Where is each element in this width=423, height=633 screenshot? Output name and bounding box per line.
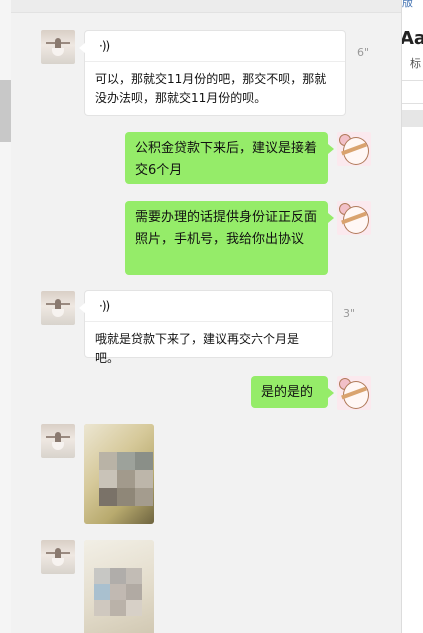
panel-band bbox=[402, 110, 423, 127]
contact-avatar[interactable] bbox=[41, 424, 75, 458]
panel-divider bbox=[402, 80, 423, 81]
voice-wave-icon[interactable]: ·)) bbox=[99, 299, 110, 313]
voice-play-row[interactable]: ·)) bbox=[85, 291, 332, 322]
outgoing-message-bubble[interactable]: 需要办理的话提供身份证正反面照片，手机号，我给你出协议 bbox=[125, 201, 334, 275]
style-label: 标 bbox=[410, 57, 421, 70]
voice-play-row[interactable]: ·)) bbox=[85, 31, 345, 62]
voice-transcript: 可以，那就交11月份的吧，那交不呗，那就没办法呗，那就交11月份的呗。 bbox=[95, 72, 327, 105]
message-text: 需要办理的话提供身份证正反面照片，手机号，我给你出协议 bbox=[135, 210, 318, 247]
self-avatar[interactable] bbox=[337, 132, 371, 166]
voice-message-bubble[interactable]: ·)) 哦就是贷款下来了，建议再交六个月是吧。 bbox=[79, 290, 333, 365]
outgoing-message-bubble[interactable]: 是的是的 bbox=[251, 376, 334, 408]
voice-duration: 3" bbox=[343, 307, 356, 320]
left-sidebar-strip bbox=[0, 0, 11, 633]
right-panel-link[interactable]: 版 bbox=[402, 0, 413, 10]
right-side-panel: 版 Aal 标 bbox=[401, 0, 423, 633]
self-avatar[interactable] bbox=[337, 376, 371, 410]
voice-transcript: 哦就是贷款下来了，建议再交六个月是吧。 bbox=[95, 332, 300, 365]
font-style-sample[interactable]: Aal bbox=[402, 28, 423, 49]
outgoing-message-bubble[interactable]: 公积金贷款下来后，建议是接着交6个月 bbox=[125, 132, 334, 184]
message-text: 公积金贷款下来后，建议是接着交6个月 bbox=[135, 141, 318, 178]
chat-pane[interactable]: ·)) 可以，那就交11月份的吧，那交不呗，那就没办法呗，那就交11月份的呗。 … bbox=[11, 0, 401, 633]
image-message[interactable] bbox=[84, 540, 154, 633]
chat-top-divider bbox=[11, 0, 401, 13]
voice-message-bubble[interactable]: ·)) 可以，那就交11月份的吧，那交不呗，那就没办法呗，那就交11月份的呗。 bbox=[79, 30, 346, 116]
contact-avatar[interactable] bbox=[41, 291, 75, 325]
panel-divider bbox=[402, 103, 423, 104]
left-strip-highlight bbox=[0, 80, 11, 142]
voice-duration: 6" bbox=[357, 46, 370, 59]
image-message[interactable] bbox=[84, 424, 154, 524]
message-text: 是的是的 bbox=[261, 385, 314, 400]
contact-avatar[interactable] bbox=[41, 540, 75, 574]
self-avatar[interactable] bbox=[337, 201, 371, 235]
voice-wave-icon[interactable]: ·)) bbox=[99, 39, 110, 53]
contact-avatar[interactable] bbox=[41, 30, 75, 64]
